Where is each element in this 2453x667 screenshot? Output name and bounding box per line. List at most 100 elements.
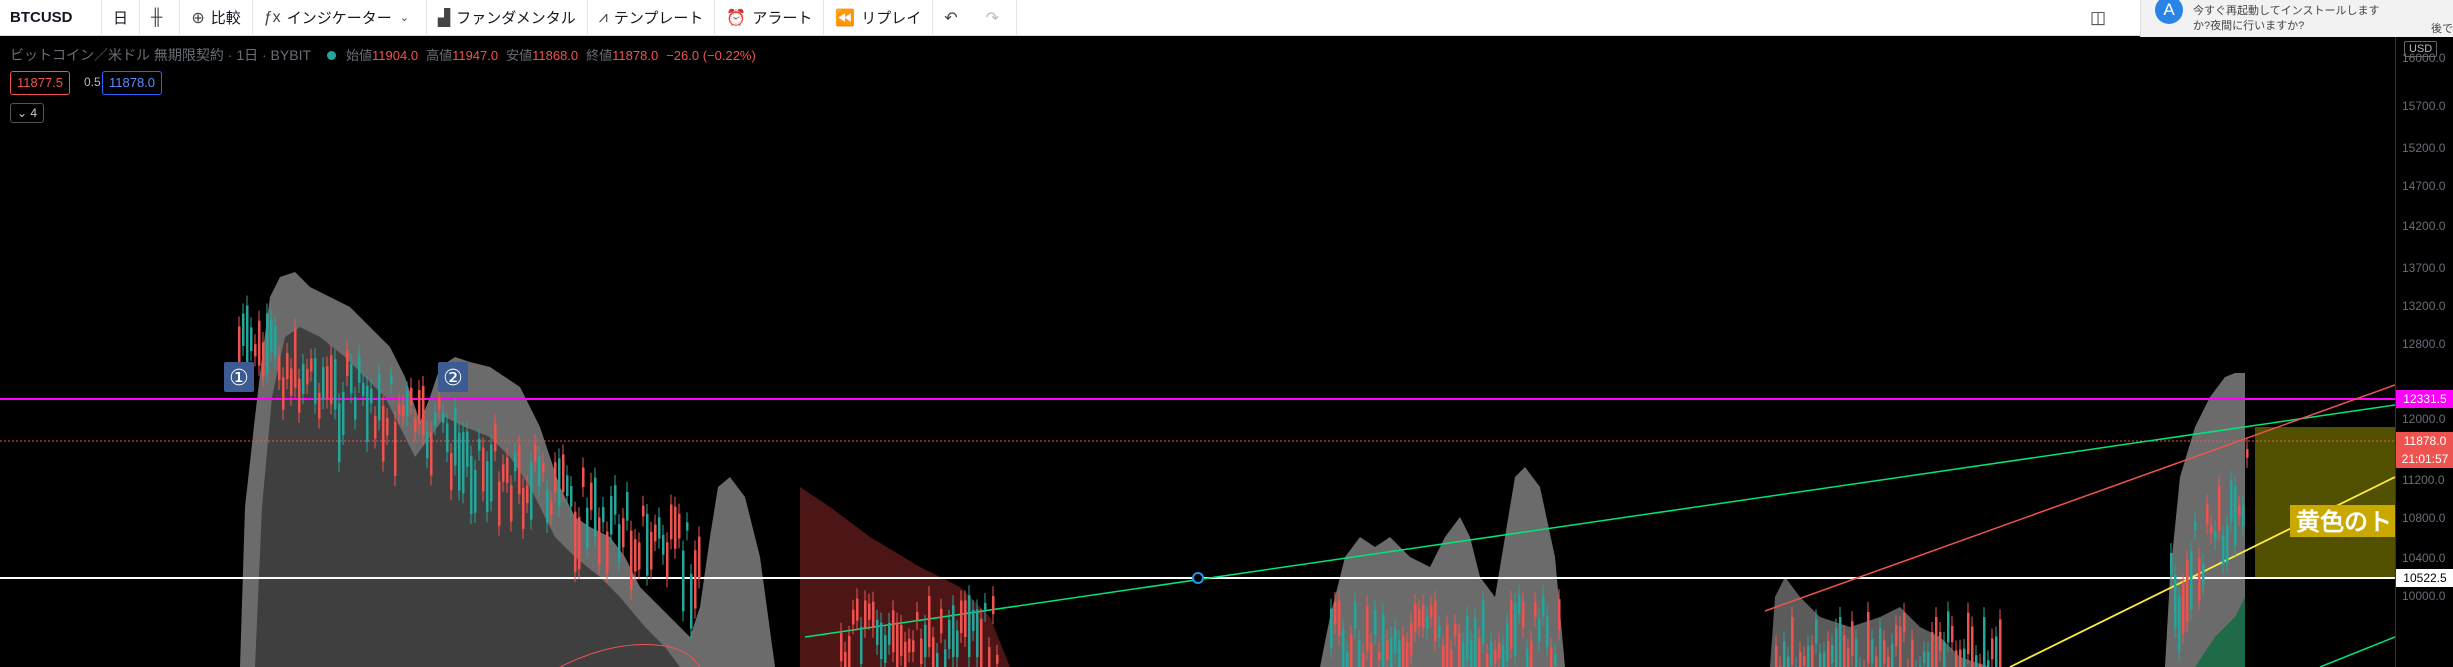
trendline-anchor-handle[interactable] bbox=[1192, 572, 1204, 584]
candle-body bbox=[1374, 609, 1377, 636]
candle-body bbox=[1386, 640, 1389, 661]
candle-body bbox=[884, 635, 887, 663]
candle-body bbox=[1831, 644, 1834, 664]
candle-body bbox=[1470, 640, 1473, 667]
candle-body bbox=[594, 477, 597, 537]
candle-body bbox=[936, 652, 939, 667]
candle-body bbox=[502, 464, 505, 482]
layout-button[interactable]: ◫ bbox=[2090, 0, 2106, 36]
rewind-icon: ⏪ bbox=[835, 9, 856, 27]
plus-circle-icon: ⊕ bbox=[191, 9, 205, 27]
candle-body bbox=[386, 417, 389, 436]
candle-body bbox=[598, 517, 601, 565]
candles-icon: ╫ bbox=[151, 8, 163, 26]
candle-body bbox=[1514, 603, 1517, 656]
price-chart[interactable]: ① ② 黄色のト bbox=[0, 37, 2395, 667]
price-axis[interactable]: USD 16000.0 15700.0 15200.0 14700.0 14200.0 1… bbox=[2395, 37, 2453, 667]
candle-body bbox=[618, 524, 621, 562]
price-tick-label: 10400.0 bbox=[2402, 551, 2446, 565]
candle-body bbox=[1911, 639, 1914, 667]
replay-button[interactable]: ⏪ リプレイ bbox=[824, 0, 934, 36]
candle-body bbox=[1510, 600, 1513, 650]
candle-body bbox=[1983, 617, 1986, 667]
candle-body bbox=[1835, 628, 1838, 667]
symbol-legend: ビットコイン／米ドル 無期限契約 · 1日 · BYBIT 始値11904.0 高値… bbox=[10, 45, 764, 65]
candle-body bbox=[514, 452, 517, 472]
indicators-button[interactable]: ƒx インジケーター ⌄ bbox=[253, 0, 427, 36]
chart-pane[interactable]: ビットコイン／米ドル 無期限契約 · 1日 · BYBIT 始値11904.0 高値… bbox=[0, 37, 2395, 667]
candle-body bbox=[1418, 609, 1421, 627]
candle-body bbox=[446, 423, 449, 453]
candle-body bbox=[410, 387, 413, 405]
replay-label: リプレイ bbox=[861, 10, 922, 27]
candle-body bbox=[426, 431, 429, 459]
candle-body bbox=[1362, 653, 1365, 667]
green-trend-line bbox=[804, 404, 2395, 638]
candle-body bbox=[1963, 648, 1966, 667]
indicator-collapse-toggle[interactable]: ⌄ 4 bbox=[10, 103, 44, 123]
candle-body bbox=[1518, 595, 1521, 615]
undo-icon: ↶ bbox=[944, 9, 958, 27]
candle-body bbox=[988, 647, 991, 667]
fundamental-button[interactable]: ▟ ファンダメンタル bbox=[427, 0, 588, 36]
fundamental-label: ファンダメンタル bbox=[456, 10, 576, 27]
candle-body bbox=[302, 363, 305, 395]
candle-body bbox=[394, 421, 397, 477]
undo-button[interactable]: ↶ bbox=[933, 0, 974, 36]
candle-body bbox=[442, 413, 445, 423]
candle-body bbox=[2234, 485, 2237, 546]
price-tick-label: 15200.0 bbox=[2402, 141, 2446, 155]
candle-body bbox=[1438, 625, 1441, 638]
candle-body bbox=[908, 638, 911, 653]
candle-body bbox=[286, 352, 289, 380]
later-button[interactable]: 後で bbox=[2431, 20, 2453, 36]
price-tick-label: 12800.0 bbox=[2402, 337, 2446, 351]
candle-body bbox=[378, 373, 381, 421]
candle-body bbox=[310, 358, 313, 372]
fx-icon: ƒx bbox=[263, 8, 281, 26]
green-trend-line-lower bbox=[2319, 636, 2395, 667]
candle-body bbox=[582, 467, 585, 488]
candle-body bbox=[1799, 651, 1802, 667]
market-status-icon bbox=[327, 51, 337, 60]
compare-button[interactable]: ⊕ 比較 bbox=[180, 0, 253, 36]
candle-body bbox=[1426, 615, 1429, 630]
candle-body bbox=[546, 489, 549, 523]
candle-body bbox=[614, 485, 617, 515]
alert-button[interactable]: ⏰ アラート bbox=[715, 0, 825, 36]
candle-body bbox=[610, 495, 613, 535]
candle-body bbox=[354, 396, 357, 420]
alert-label: アラート bbox=[752, 10, 813, 27]
candle-body bbox=[486, 461, 489, 513]
chevron-down-icon: ⌄ bbox=[399, 12, 409, 24]
compare-label: 比較 bbox=[210, 10, 241, 27]
sell-price-button[interactable]: 11877.5 bbox=[10, 71, 71, 95]
candle-body bbox=[366, 385, 369, 442]
candle-body bbox=[1330, 608, 1333, 648]
candle-body bbox=[534, 444, 537, 462]
interval-button[interactable]: 日 bbox=[102, 0, 141, 36]
candle-body bbox=[2194, 521, 2197, 531]
candle-body bbox=[346, 350, 349, 377]
candle-body bbox=[980, 618, 983, 667]
candle-body bbox=[1959, 649, 1962, 667]
candle-body bbox=[294, 328, 297, 388]
candle-body bbox=[1522, 602, 1525, 628]
symbol-search[interactable]: BTCUSD bbox=[0, 0, 102, 36]
candle-body bbox=[250, 327, 253, 352]
candle-body bbox=[390, 374, 393, 385]
candle-body bbox=[1939, 632, 1942, 651]
template-button[interactable]: ⩘ テンプレート bbox=[588, 0, 716, 36]
chart-style-button[interactable]: ╫ bbox=[140, 0, 181, 36]
candle-body bbox=[1466, 616, 1469, 661]
white-level-tag: 10522.5 bbox=[2396, 569, 2453, 587]
candle-body bbox=[1827, 641, 1830, 667]
candle-body bbox=[542, 462, 545, 473]
candle-body bbox=[1903, 612, 1906, 633]
redo-button[interactable]: ↷ bbox=[975, 0, 1018, 36]
candle-body bbox=[690, 573, 693, 629]
candle-body bbox=[646, 513, 649, 576]
buy-price-button[interactable]: 11878.0 bbox=[102, 71, 163, 95]
redo-icon: ↷ bbox=[985, 9, 1000, 27]
price-tick-label: 13200.0 bbox=[2402, 299, 2446, 313]
